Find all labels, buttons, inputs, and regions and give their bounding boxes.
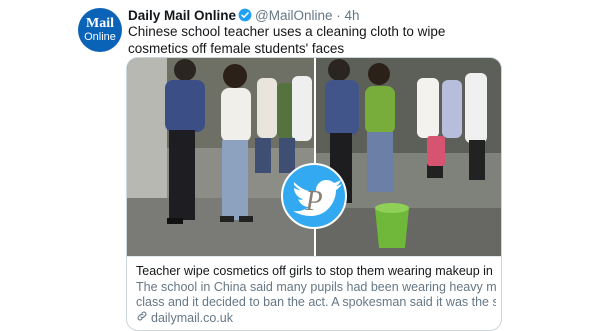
twitter-bird-icon: P — [281, 163, 347, 229]
card-domain[interactable]: dailymail.co.uk — [136, 310, 233, 325]
card-description: The school in China said many pupils had… — [136, 280, 496, 310]
tweet[interactable]: Mail Online Daily Mail Online @MailOnline… — [0, 0, 590, 331]
author-handle[interactable]: @MailOnline — [255, 8, 332, 23]
tweet-text: Chinese school teacher uses a cleaning c… — [128, 24, 446, 56]
author-name[interactable]: Daily Mail Online — [128, 8, 236, 23]
right-photo — [316, 58, 501, 256]
card-body[interactable]: Teacher wipe cosmetics off girls to stop… — [127, 256, 501, 330]
card-description-line: The school in China said many pupils had… — [136, 280, 496, 294]
link-icon — [136, 310, 148, 325]
card-image[interactable]: P — [127, 58, 501, 256]
avatar[interactable]: Mail Online — [78, 8, 122, 52]
link-card[interactable]: P Teacher wipe cosmetics off girls to st… — [126, 57, 502, 331]
card-description-line: class and it decided to ban the act. A s… — [136, 295, 496, 309]
tweet-time[interactable]: 4h — [345, 8, 360, 23]
card-title[interactable]: Teacher wipe cosmetics off girls to stop… — [136, 264, 496, 278]
left-photo — [127, 58, 314, 256]
separator-dot: · — [336, 8, 341, 23]
avatar-line2: Online — [84, 31, 116, 43]
watermark-letter: P — [304, 186, 322, 217]
card-domain-text: dailymail.co.uk — [151, 310, 233, 325]
avatar-line1: Mail — [86, 16, 114, 31]
